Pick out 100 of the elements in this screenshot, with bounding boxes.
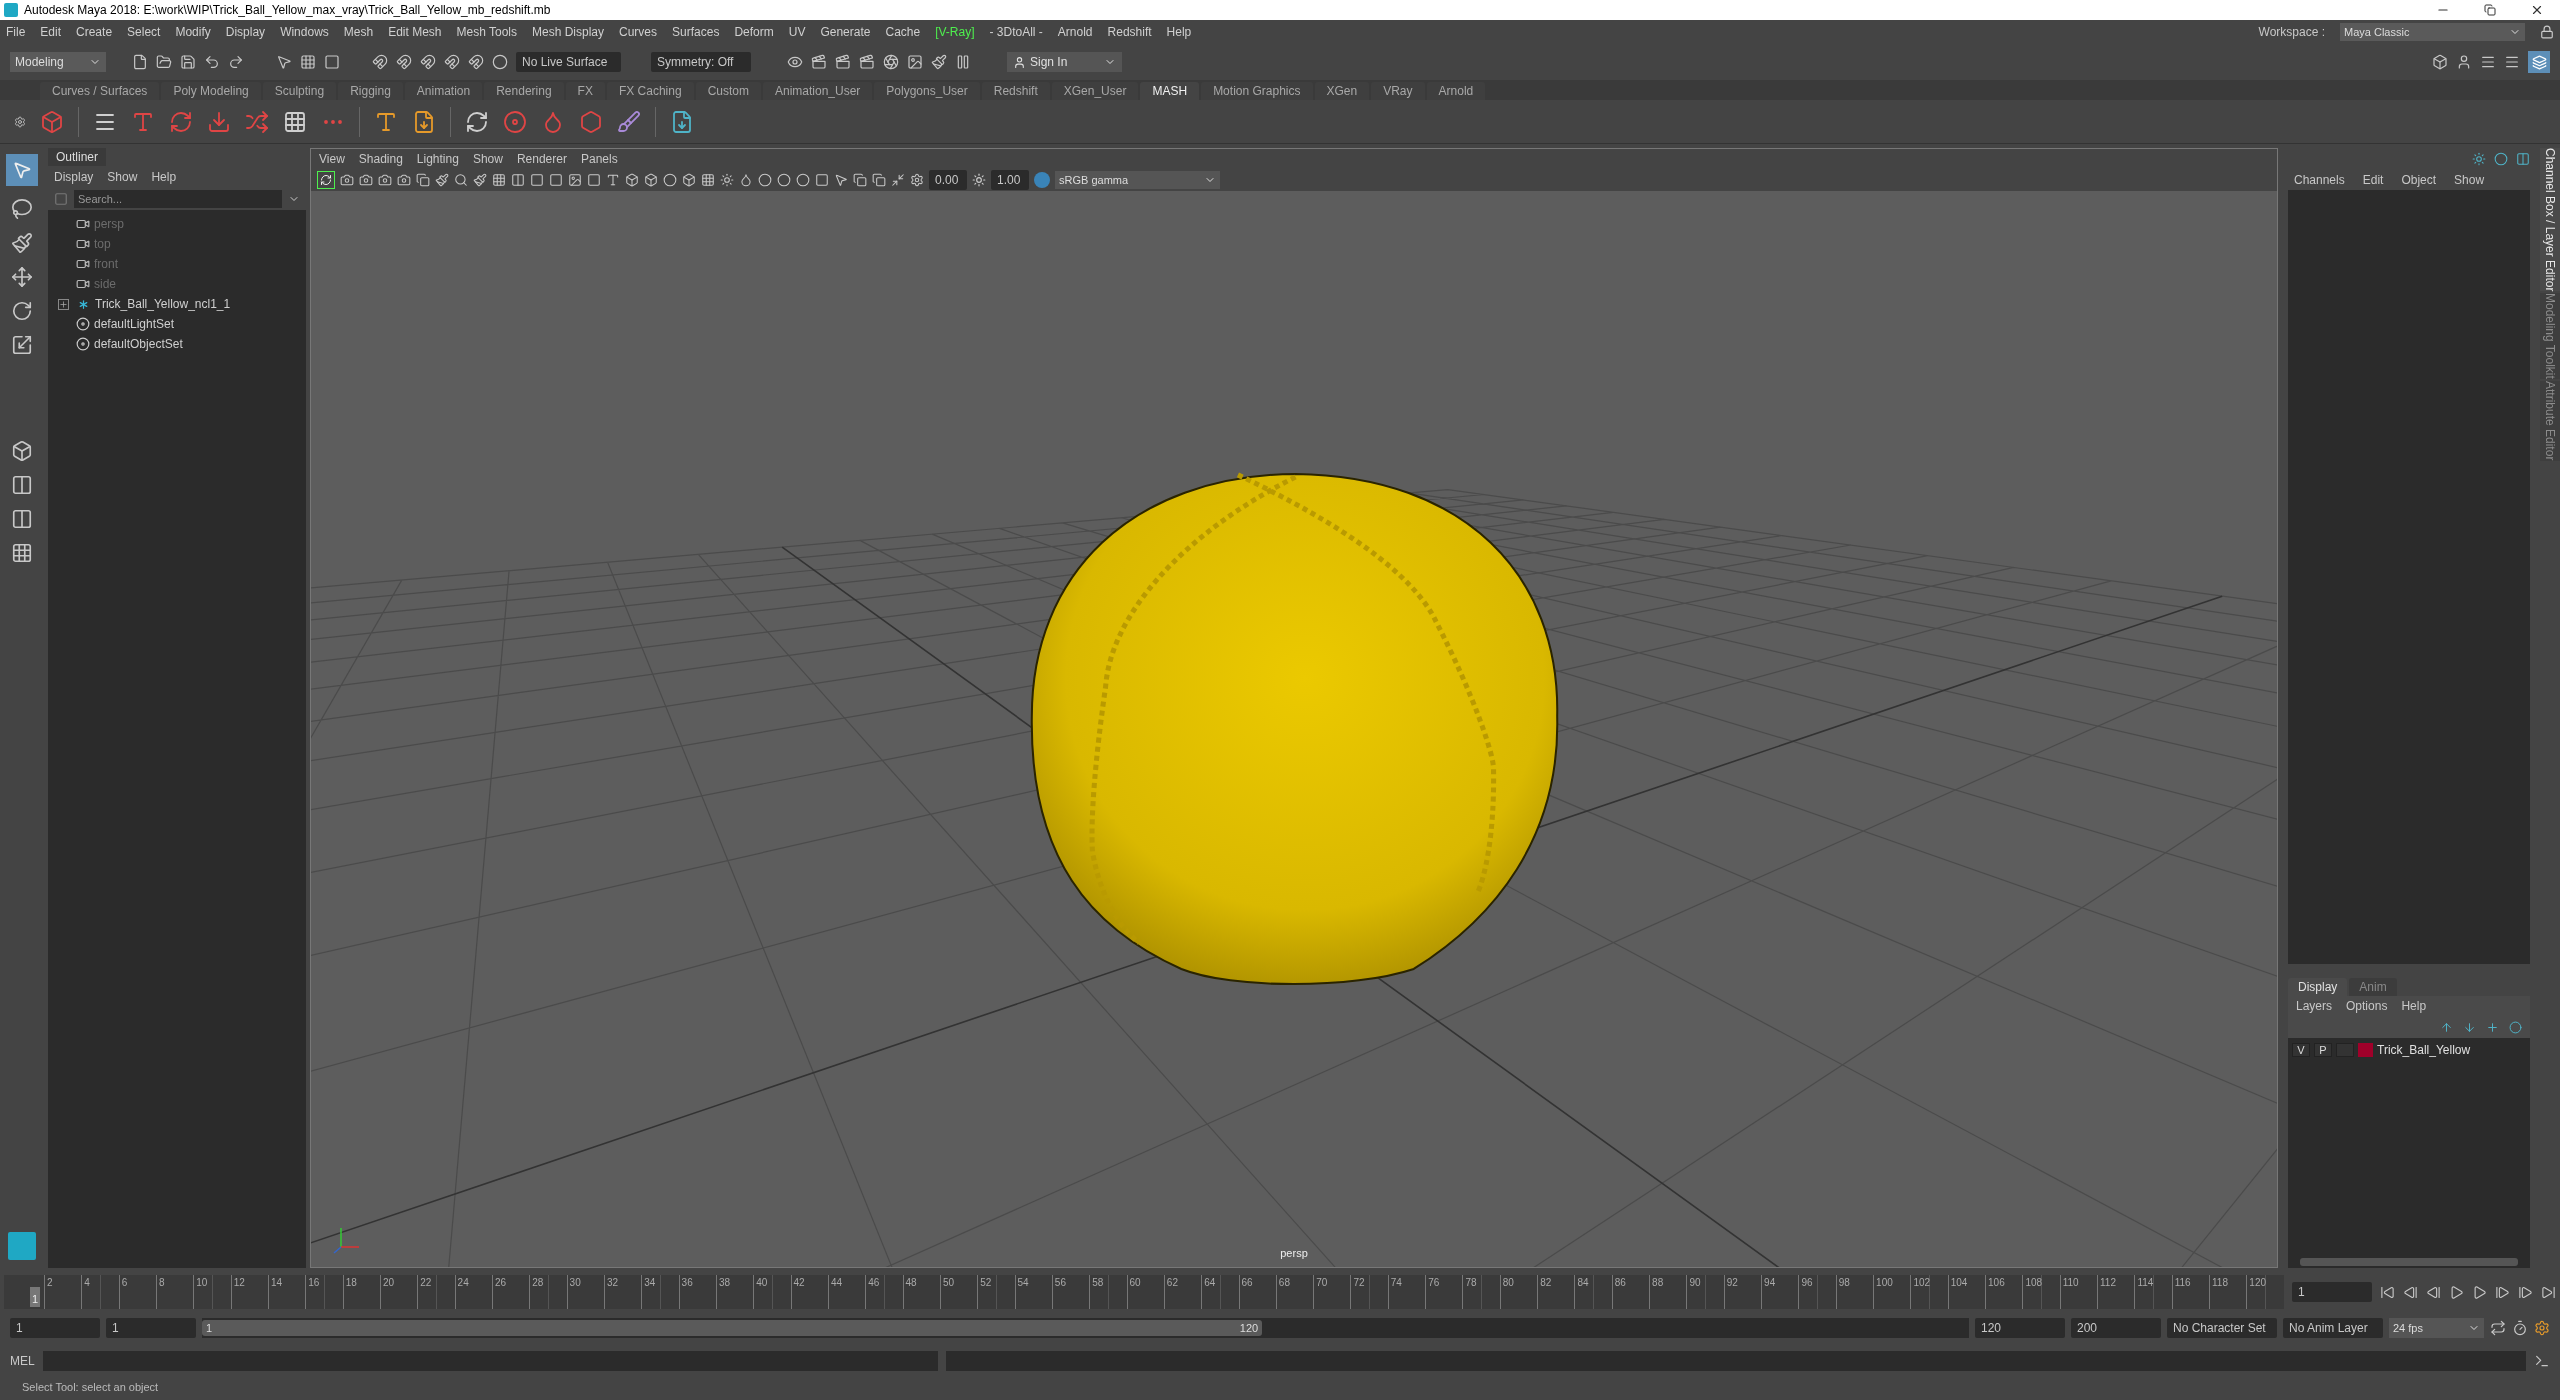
skip-forward-icon[interactable] xyxy=(2541,1284,2556,1300)
grid-icon[interactable] xyxy=(11,542,33,564)
menu-item[interactable]: Lighting xyxy=(416,150,459,168)
menu-item[interactable]: Modify xyxy=(175,23,211,41)
brush-icon[interactable] xyxy=(931,54,947,70)
letter-icon[interactable] xyxy=(606,173,620,187)
menu-item[interactable]: Shading xyxy=(358,150,403,168)
timer-icon[interactable] xyxy=(2512,1320,2528,1336)
gamma-icon[interactable] xyxy=(972,173,986,187)
menu-item[interactable]: Create xyxy=(76,23,113,41)
menu-item[interactable]: Help xyxy=(2401,997,2427,1015)
list-icon[interactable] xyxy=(2504,54,2520,70)
cube-icon[interactable] xyxy=(682,173,696,187)
file-icon[interactable] xyxy=(670,109,694,134)
menu-item[interactable]: Mesh xyxy=(343,23,374,41)
layer-name[interactable]: Trick_Ball_Yellow xyxy=(2377,1041,2471,1059)
gear-icon[interactable] xyxy=(14,115,26,128)
menu-item[interactable]: [V-Ray] xyxy=(935,23,975,41)
grid-icon[interactable] xyxy=(283,109,307,134)
brush-icon[interactable] xyxy=(617,109,641,134)
square-icon[interactable] xyxy=(815,173,829,187)
magnet-icon[interactable] xyxy=(420,54,436,70)
select-tool-button[interactable] xyxy=(6,154,38,186)
plus-icon[interactable] xyxy=(2486,1020,2499,1034)
fps-dropdown[interactable]: 24 fps xyxy=(2389,1318,2484,1338)
menu-item[interactable]: Channels xyxy=(2294,171,2345,189)
checker-icon[interactable] xyxy=(701,173,715,187)
shelf-tab[interactable]: VRay xyxy=(1371,82,1425,100)
search-icon[interactable] xyxy=(454,173,468,187)
gamma-field[interactable]: 1.00 xyxy=(991,170,1029,190)
shelf-tab[interactable]: Polygons_User xyxy=(874,82,980,100)
lock-icon[interactable] xyxy=(2540,25,2554,39)
image-icon[interactable] xyxy=(907,54,923,70)
menu-item[interactable]: Layers xyxy=(2296,997,2333,1015)
pointer-icon[interactable] xyxy=(834,173,848,187)
shelf-tab[interactable]: FX Caching xyxy=(606,82,694,100)
menu-item[interactable]: Options xyxy=(2346,997,2388,1015)
square-icon[interactable] xyxy=(549,173,563,187)
end-frame-field[interactable]: 200 xyxy=(2071,1318,2161,1338)
clapperboard-icon[interactable] xyxy=(811,54,827,70)
playback-end-field[interactable]: 120 xyxy=(1975,1318,2065,1338)
menu-item[interactable]: Display xyxy=(54,168,94,186)
circle-icon[interactable] xyxy=(2509,1020,2522,1034)
anim-layer-field[interactable]: No Anim Layer xyxy=(2283,1318,2383,1338)
menu-item[interactable]: Edit xyxy=(2362,171,2384,189)
shelf-tab[interactable]: Motion Graphics xyxy=(1201,82,1313,100)
square-icon[interactable] xyxy=(587,173,601,187)
command-language-label[interactable]: MEL xyxy=(10,1352,35,1370)
shelf-tab[interactable]: XGen xyxy=(1314,82,1370,100)
loop-icon[interactable] xyxy=(2490,1320,2506,1336)
file-icon[interactable] xyxy=(132,54,148,70)
gear-icon[interactable] xyxy=(910,173,924,187)
menu-item[interactable]: Show xyxy=(2454,171,2485,189)
folder-icon[interactable] xyxy=(156,54,172,70)
menu-item[interactable]: UV xyxy=(788,23,806,41)
outliner-item[interactable]: Trick_Ball_Yellow_ncl1_1 xyxy=(95,295,231,313)
shelf-tab[interactable]: FX xyxy=(565,82,605,100)
copy-icon[interactable] xyxy=(872,173,886,187)
script-editor-icon[interactable] xyxy=(2534,1353,2550,1369)
play-icon[interactable] xyxy=(2472,1284,2487,1300)
arrow-down-icon[interactable] xyxy=(2463,1020,2476,1034)
lasso-icon[interactable] xyxy=(11,198,33,220)
camera-icon[interactable] xyxy=(397,173,411,187)
side-tab[interactable]: Modeling Toolkit xyxy=(2540,293,2560,380)
shelf-tab[interactable]: Curves / Surfaces xyxy=(40,82,160,100)
select-camera-button[interactable] xyxy=(317,171,335,189)
step-forward-icon[interactable] xyxy=(2495,1284,2510,1300)
color-space-dropdown[interactable]: sRGB gamma xyxy=(1055,171,1220,189)
list-icon[interactable] xyxy=(2480,54,2496,70)
clapperboard-icon[interactable] xyxy=(835,54,851,70)
layout-icon[interactable] xyxy=(11,508,33,530)
expand-icon[interactable] xyxy=(58,298,69,310)
layer-editor-tab[interactable]: Anim xyxy=(2349,978,2397,996)
sign-in-button[interactable]: Sign In xyxy=(1007,52,1122,72)
menu-item[interactable]: View xyxy=(319,150,345,168)
ring-icon[interactable] xyxy=(796,173,810,187)
figure-icon[interactable] xyxy=(2456,54,2472,70)
exposure-field[interactable]: 0.00 xyxy=(929,170,967,190)
menu-item[interactable]: Display xyxy=(225,23,266,41)
restore-icon[interactable] xyxy=(2484,4,2496,16)
shelf-tab[interactable]: Rendering xyxy=(484,82,564,100)
magnet-icon[interactable] xyxy=(468,54,484,70)
playback-start-field[interactable]: 1 xyxy=(106,1318,196,1338)
camera-icon[interactable] xyxy=(340,173,354,187)
side-tab[interactable]: Attribute Editor xyxy=(2540,381,2560,461)
pointer-icon[interactable] xyxy=(276,54,292,70)
shelf-tab[interactable]: XGen_User xyxy=(1051,82,1139,100)
square-icon[interactable] xyxy=(324,54,340,70)
circle-icon[interactable] xyxy=(492,54,508,70)
mode-dropdown[interactable]: Modeling xyxy=(10,52,106,72)
skip-back-icon[interactable] xyxy=(2380,1284,2395,1300)
menu-item[interactable]: Help xyxy=(1166,23,1192,41)
sun-icon[interactable] xyxy=(720,173,734,187)
current-frame-marker[interactable]: 1 xyxy=(30,1287,40,1307)
layers-button[interactable] xyxy=(2528,51,2550,73)
arrow-up-icon[interactable] xyxy=(2440,1020,2453,1034)
sphere-icon[interactable] xyxy=(777,173,791,187)
step-back-icon[interactable] xyxy=(2403,1284,2418,1300)
layout-icon[interactable] xyxy=(11,474,33,496)
rotate-icon[interactable] xyxy=(465,109,489,134)
